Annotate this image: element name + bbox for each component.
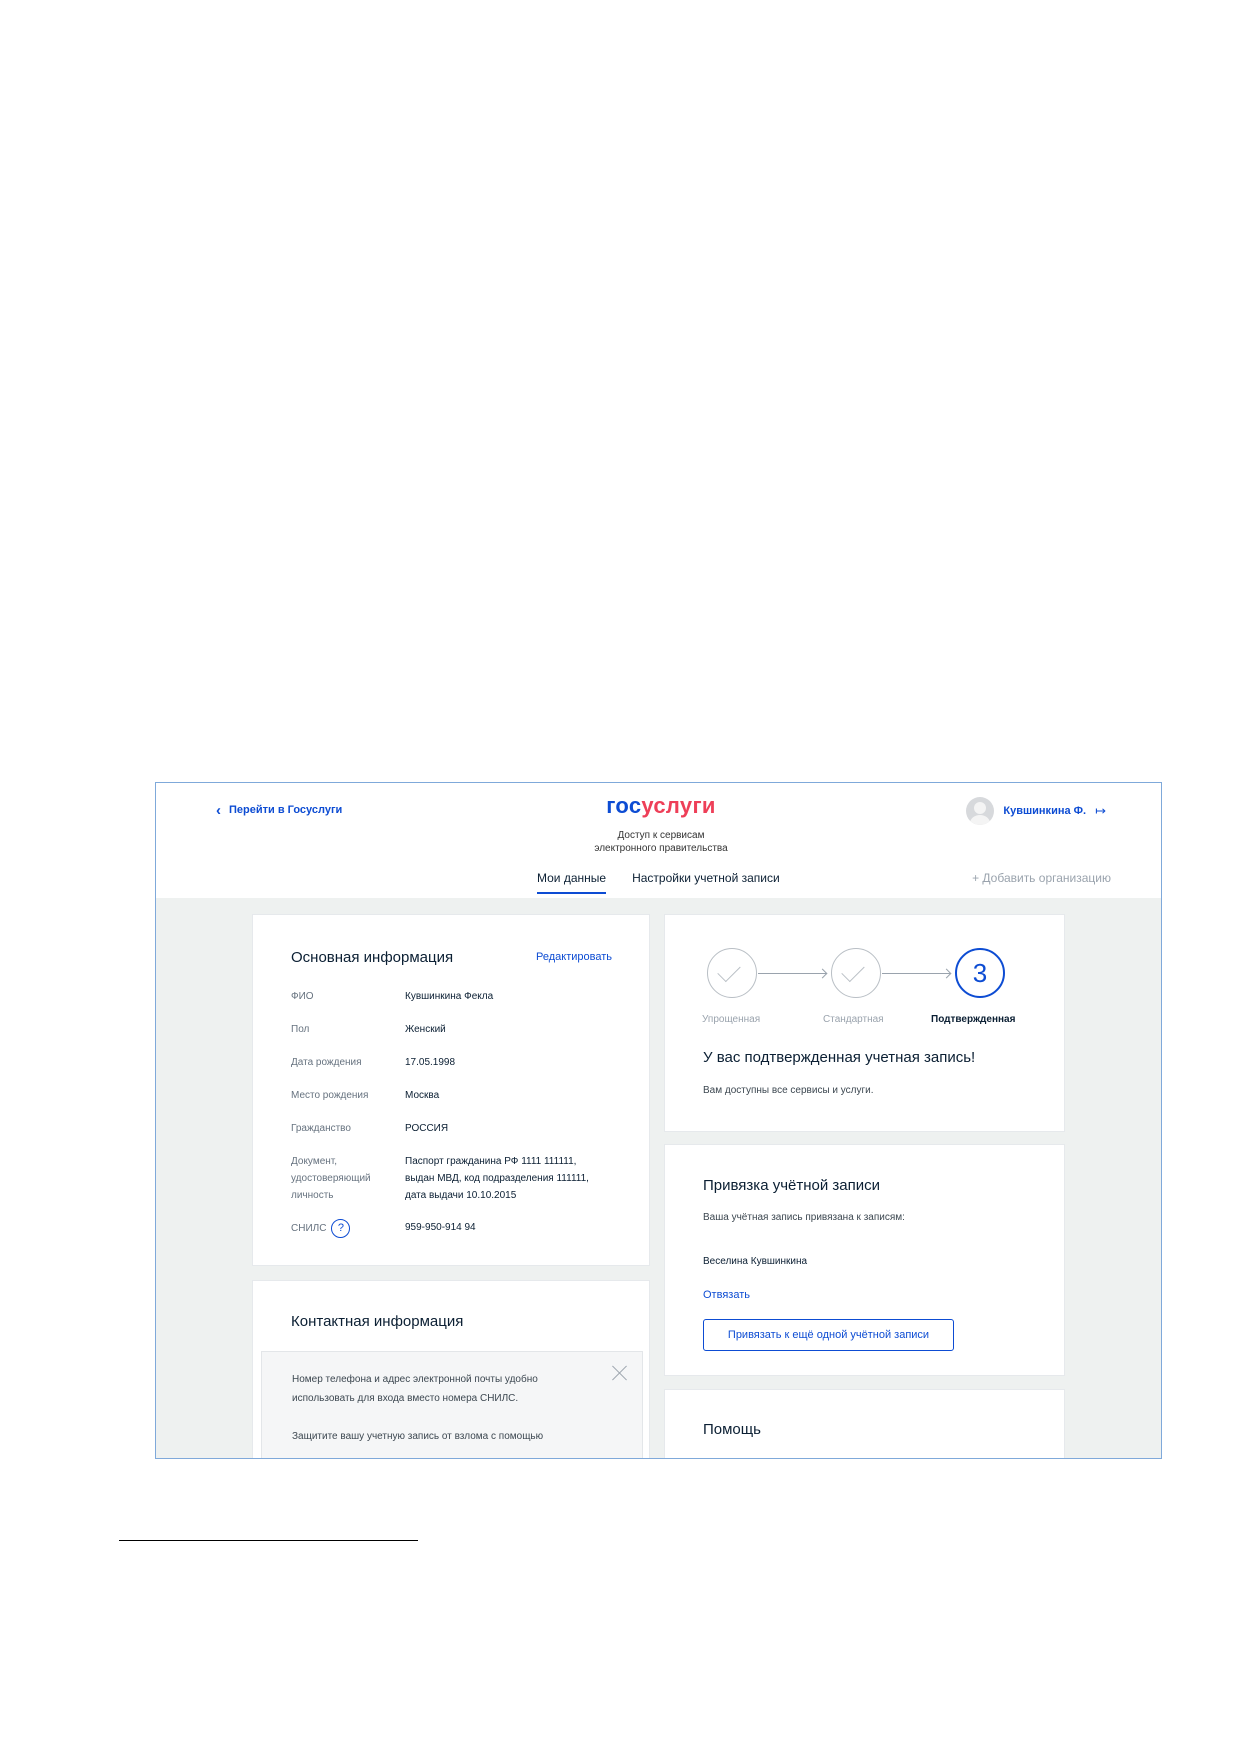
contact-info-card: Контактная информация Номер телефона и а…	[253, 1281, 649, 1458]
step-connector	[758, 973, 826, 974]
main-info-card: Основная информация Редактировать ФИО Ку…	[253, 915, 649, 1265]
info-row-identity-document: Документ, удостоверяющий личность Паспор…	[291, 1156, 589, 1201]
logo-tagline: Доступ к сервисам электронного правитель…	[594, 830, 728, 854]
unlink-link[interactable]: Отвязать	[703, 1289, 750, 1301]
contact-info-notice: Номер телефона и адрес электронной почты…	[261, 1351, 643, 1458]
account-link-title: Привязка учётной записи	[703, 1177, 881, 1194]
close-icon[interactable]	[612, 1364, 628, 1380]
top-bar: ‹ Перейти в Госуслуги госуслуги Доступ к…	[156, 783, 1161, 898]
profile-tabs: Мои данные Настройки учетной записи	[537, 871, 780, 894]
step-connector	[882, 973, 950, 974]
arrow-right-icon	[817, 968, 828, 979]
account-link-card: Привязка учётной записи Ваша учётная зап…	[665, 1145, 1064, 1375]
logout-icon[interactable]: ↦	[1095, 803, 1106, 819]
contact-info-title: Контактная информация	[291, 1313, 464, 1330]
arrow-right-icon	[941, 968, 952, 979]
help-title: Помощь	[703, 1421, 761, 1438]
link-another-account-button[interactable]: Привязать к ещё одной учётной записи	[703, 1319, 954, 1351]
account-status-card: 3 Упрощенная Стандартная Подтвержденная …	[665, 915, 1064, 1131]
step-label-confirmed: Подтвержденная	[931, 1014, 1016, 1025]
add-organization-link[interactable]: + Добавить организацию	[972, 871, 1111, 885]
step-simplified	[707, 948, 757, 998]
help-icon[interactable]: ?	[331, 1219, 351, 1238]
help-card: Помощь	[665, 1390, 1064, 1458]
edit-link[interactable]: Редактировать	[536, 951, 612, 963]
step-standard	[831, 948, 881, 998]
account-status-text: Вам доступны все сервисы и услуги.	[703, 1085, 874, 1096]
main-info-title: Основная информация	[291, 949, 454, 966]
step-label-standard: Стандартная	[823, 1014, 884, 1025]
check-icon	[841, 958, 865, 983]
user-name: Кувшинкина Ф.	[1003, 805, 1087, 817]
account-link-text: Ваша учётная запись привязана к записям:	[703, 1212, 905, 1223]
app-screenshot-frame: ‹ Перейти в Госуслуги госуслуги Доступ к…	[155, 782, 1162, 1459]
step-confirmed: 3	[955, 948, 1005, 998]
check-icon	[717, 958, 741, 983]
back-to-gosuslugi-link[interactable]: ‹ Перейти в Госуслуги	[216, 801, 343, 819]
avatar	[966, 797, 995, 825]
gosuslugi-logo[interactable]: госуслуги	[606, 793, 716, 819]
back-link-label: Перейти в Госуслуги	[229, 804, 343, 816]
linked-account-name: Веселина Кувшинкина	[703, 1256, 808, 1267]
chevron-left-icon: ‹	[216, 801, 221, 819]
step-label-simplified: Упрощенная	[702, 1014, 761, 1025]
footnote-separator	[119, 1540, 418, 1541]
tab-account-settings[interactable]: Настройки учетной записи	[632, 871, 780, 894]
tab-my-data[interactable]: Мои данные	[537, 871, 607, 894]
account-status-heading: У вас подтвержденная учетная запись!	[703, 1049, 976, 1066]
user-menu[interactable]: Кувшинкина Ф. ↦	[966, 797, 1106, 825]
